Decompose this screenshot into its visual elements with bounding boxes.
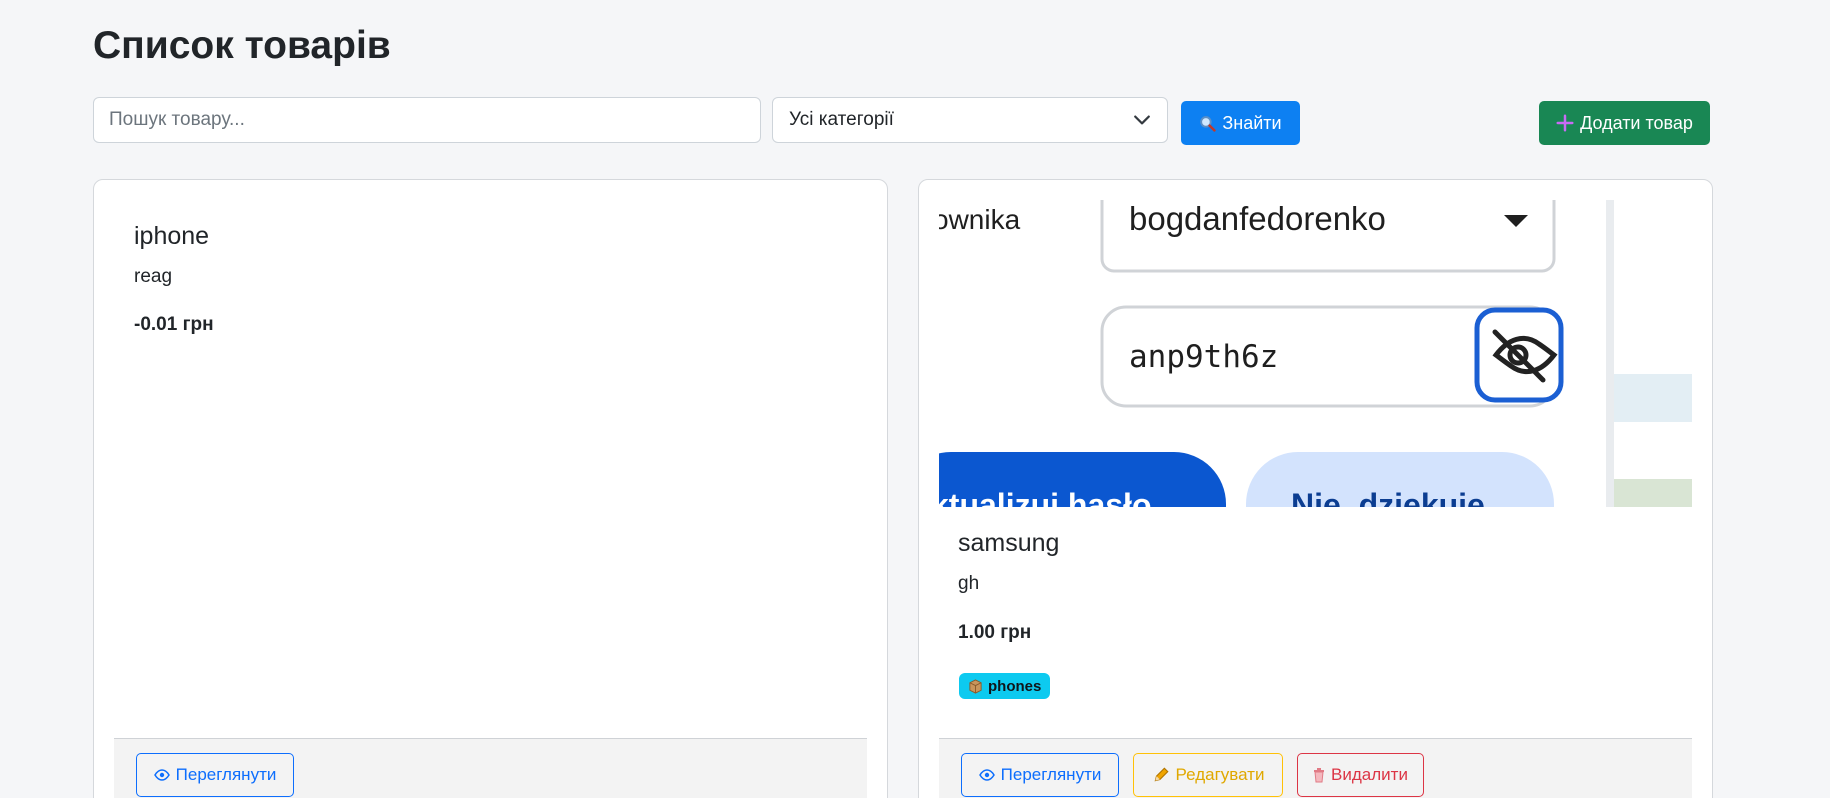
category-badge: phones bbox=[959, 673, 1051, 699]
pencil-icon bbox=[1152, 766, 1170, 784]
page: Список товарів Усі категорії Знайти Дода… bbox=[0, 0, 1830, 798]
product-name: iphone bbox=[134, 222, 210, 250]
delete-button[interactable]: Видалити bbox=[1297, 753, 1424, 797]
product-price: -0.01 грн bbox=[134, 314, 214, 335]
chevron-down-icon bbox=[1133, 111, 1151, 129]
image-username-text: bogdanfedorenko bbox=[1129, 200, 1386, 237]
image-password-text: anp9th6z bbox=[1129, 339, 1278, 375]
plus-icon bbox=[1556, 114, 1574, 132]
product-card: iphone reag -0.01 грн Переглянути bbox=[93, 179, 888, 798]
eye-icon bbox=[153, 769, 170, 781]
add-product-button[interactable]: Додати товар bbox=[1539, 101, 1710, 145]
find-button-label: Знайти bbox=[1222, 112, 1282, 133]
product-description: gh bbox=[958, 573, 980, 594]
product-card: ownika bogdanfedorenko anp9th6z ktualizu… bbox=[918, 179, 1713, 798]
edit-button[interactable]: Редагувати bbox=[1133, 753, 1283, 797]
category-badge-label: phones bbox=[988, 677, 1042, 695]
search-input[interactable] bbox=[93, 97, 761, 143]
view-button-label: Переглянути bbox=[1000, 765, 1102, 784]
view-button-label: Переглянути bbox=[175, 765, 277, 784]
find-button[interactable]: Знайти bbox=[1181, 101, 1300, 145]
category-select[interactable]: Усі категорії bbox=[772, 97, 1168, 143]
product-description: reag bbox=[134, 266, 173, 287]
category-select-value: Усі категорії bbox=[789, 109, 894, 130]
page-title: Список товарів bbox=[93, 24, 391, 67]
edit-button-label: Редагувати bbox=[1175, 765, 1265, 784]
image-primary-button-text: ktualizuj hasło bbox=[939, 487, 1151, 507]
product-image: ownika bogdanfedorenko anp9th6z ktualizu… bbox=[939, 200, 1692, 507]
delete-button-label: Видалити bbox=[1331, 765, 1408, 784]
product-name: samsung bbox=[958, 529, 1060, 557]
product-price: 1.00 грн bbox=[958, 622, 1032, 643]
eye-icon bbox=[978, 769, 995, 781]
card-footer: Переглянути bbox=[114, 738, 867, 798]
magnifier-icon bbox=[1199, 115, 1217, 132]
trash-icon bbox=[1313, 767, 1325, 783]
card-footer: Переглянути Редагувати Видалити bbox=[939, 738, 1692, 798]
image-secondary-button-text: Nie, dziękuję bbox=[1291, 487, 1485, 507]
view-button[interactable]: Переглянути bbox=[961, 753, 1119, 797]
view-button[interactable]: Переглянути bbox=[136, 753, 294, 797]
add-product-button-label: Додати товар bbox=[1580, 112, 1693, 133]
image-left-label: ownika bbox=[939, 204, 1021, 235]
box-icon bbox=[968, 678, 983, 694]
